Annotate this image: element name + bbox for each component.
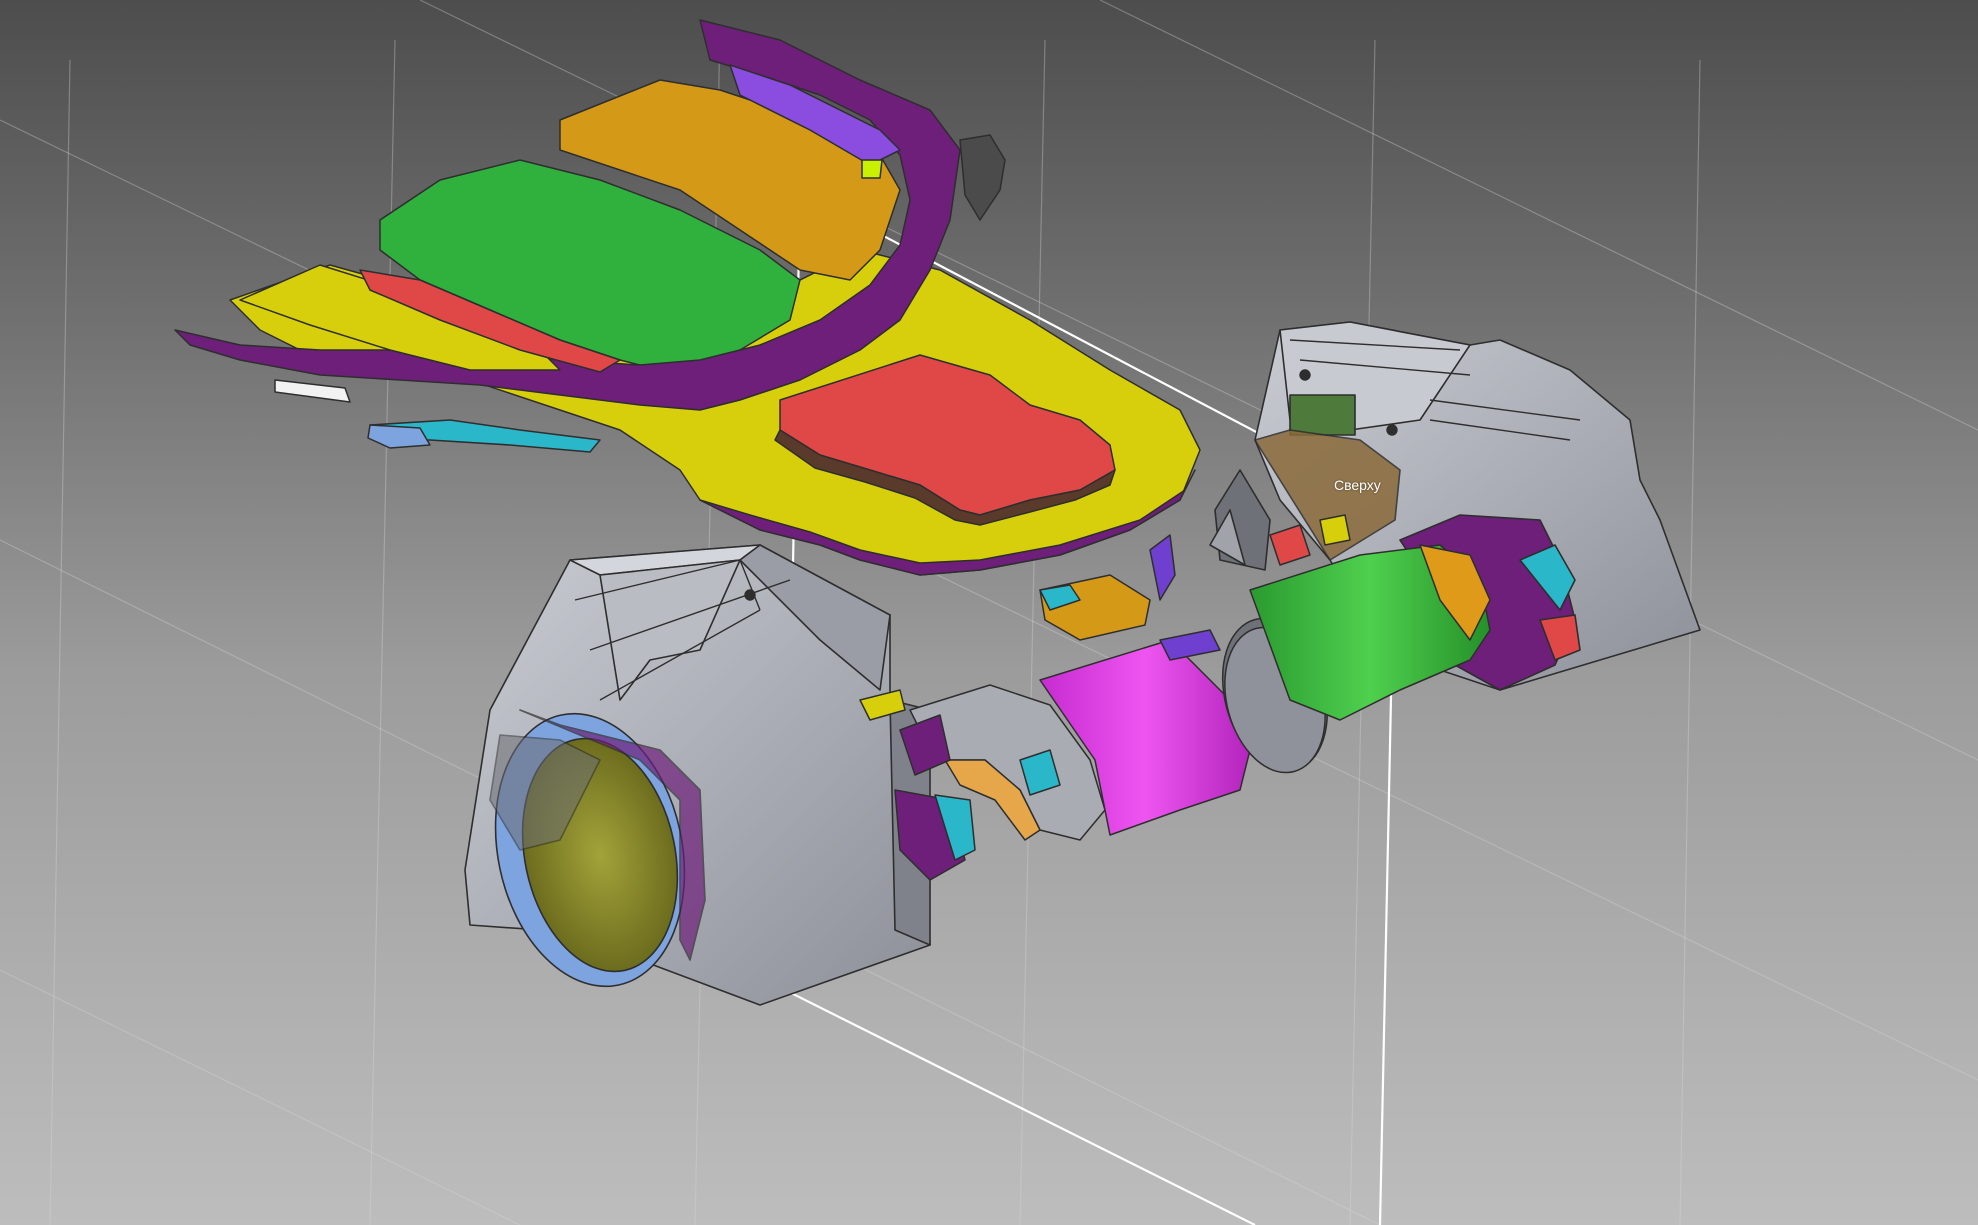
segment-white-stripe [274,379,351,403]
segment-lightblue-stripe [367,424,431,449]
3d-viewport[interactable]: Сверху [0,0,1978,1225]
section-plane-label: Сверху [1334,477,1381,493]
model-scene[interactable] [0,0,1978,1225]
segment-lime-bit [861,159,883,179]
left-housing[interactable] [464,544,931,1006]
upper-shell-segments[interactable] [174,19,1201,576]
segment-olive-edge [959,134,1006,221]
